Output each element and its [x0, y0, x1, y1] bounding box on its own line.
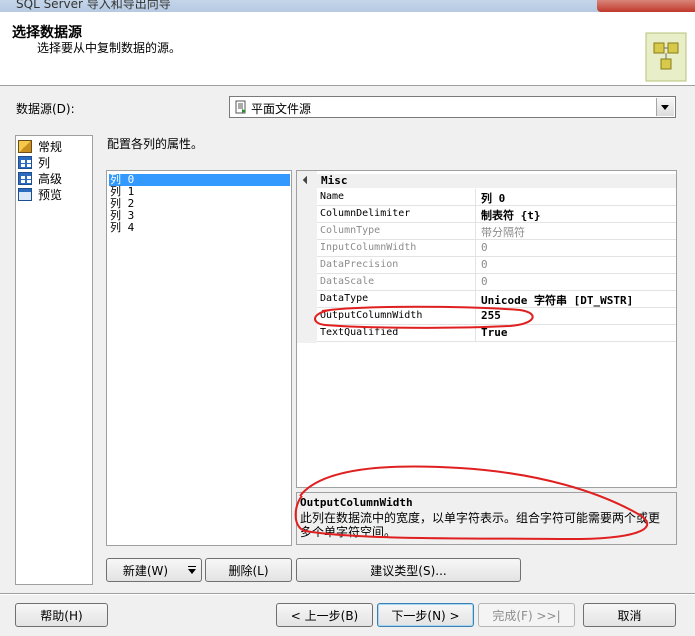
columns-icon [18, 155, 32, 169]
title-bar: SQL Server 导入和导出向导 [0, 0, 695, 12]
divider [0, 593, 695, 595]
wizard-header: 选择数据源 选择要从中复制数据的源。 [0, 12, 695, 86]
property-row[interactable]: Name 列 0 [317, 189, 676, 206]
column-item[interactable]: 列 1 [109, 186, 290, 198]
property-name: InputColumnWidth [320, 242, 417, 253]
property-row[interactable]: DataType Unicode 字符串 [DT_WSTR] [317, 291, 676, 308]
property-grid[interactable]: Misc Name 列 0 ColumnDelimiter 制表符 {t} Co… [296, 170, 677, 488]
property-description: OutputColumnWidth 此列在数据流中的宽度，以单字符表示。组合字符… [296, 492, 677, 545]
property-name: DataScale [320, 276, 375, 287]
back-button[interactable]: < 上一步(B) [276, 603, 373, 627]
close-window-button[interactable] [597, 0, 695, 12]
flat-file-icon [235, 100, 246, 114]
nav-item-label: 列 [38, 155, 51, 170]
property-name: OutputColumnWidth [320, 310, 423, 321]
window-title: SQL Server 导入和导出向导 [16, 0, 171, 11]
nav-item-label: 高级 [38, 171, 63, 186]
chevron-down-icon[interactable] [656, 98, 674, 116]
finish-button[interactable]: 完成(F) >>| [478, 603, 575, 627]
description-text: 此列在数据流中的宽度，以单字符表示。组合字符可能需要两个或更多个单字符空间。 [300, 511, 661, 539]
property-row[interactable]: DataScale 0 [317, 274, 676, 291]
collapse-icon[interactable] [302, 175, 312, 185]
split-dropdown-icon[interactable] [184, 558, 202, 582]
data-source-label: 数据源(D): [16, 102, 75, 116]
column-list[interactable]: 列 0 列 1 列 2 列 3 列 4 [106, 170, 292, 546]
description-title: OutputColumnWidth [300, 496, 413, 509]
delete-column-button[interactable]: 删除(L) [205, 558, 292, 582]
general-icon [18, 139, 32, 153]
page-subtitle: 选择要从中复制数据的源。 [37, 41, 182, 55]
property-row[interactable]: InputColumnWidth 0 [317, 240, 676, 257]
property-value[interactable]: 带分隔符 [481, 224, 525, 240]
data-source-select[interactable]: 平面文件源 [229, 96, 676, 118]
property-name: TextQualified [320, 327, 399, 338]
nav-item-advanced[interactable]: 高级 [18, 170, 62, 186]
property-name: Name [320, 191, 345, 202]
property-row[interactable]: OutputColumnWidth 255 [317, 308, 676, 325]
wizard-logo-icon [645, 32, 687, 82]
property-category[interactable]: Misc [297, 174, 676, 188]
property-value[interactable]: Unicode 字符串 [DT_WSTR] [481, 292, 633, 308]
property-name: ColumnDelimiter [320, 208, 411, 219]
property-row[interactable]: TextQualified True [317, 325, 676, 342]
instruction-text: 配置各列的属性。 [107, 137, 204, 151]
property-name: DataPrecision [320, 259, 399, 270]
category-label: Misc [321, 174, 348, 187]
options-nav: 常规 列 高级 预览 [15, 135, 93, 585]
property-value[interactable]: True [481, 326, 508, 339]
help-button[interactable]: 帮助(H) [15, 603, 108, 627]
column-item[interactable]: 列 2 [109, 198, 290, 210]
property-row[interactable]: DataPrecision 0 [317, 257, 676, 274]
property-value[interactable]: 255 [481, 309, 501, 322]
suggest-types-button[interactable]: 建议类型(S)... [296, 558, 521, 582]
nav-item-columns[interactable]: 列 [18, 154, 50, 170]
data-source-value: 平面文件源 [251, 102, 312, 116]
nav-item-label: 预览 [38, 187, 63, 202]
column-item[interactable]: 列 4 [109, 222, 290, 234]
column-item[interactable]: 列 3 [109, 210, 290, 222]
nav-item-general[interactable]: 常规 [18, 138, 62, 154]
next-button[interactable]: 下一步(N) > [377, 603, 474, 627]
property-name: ColumnType [320, 225, 381, 236]
nav-item-preview[interactable]: 预览 [18, 186, 62, 202]
column-item[interactable]: 列 0 [109, 174, 290, 186]
property-row[interactable]: ColumnType 带分隔符 [317, 223, 676, 240]
preview-icon [18, 187, 32, 201]
advanced-icon [18, 171, 32, 185]
property-value[interactable]: 制表符 {t} [481, 207, 541, 223]
property-value[interactable]: 0 [481, 258, 488, 271]
cancel-button[interactable]: 取消 [583, 603, 676, 627]
nav-item-label: 常规 [38, 139, 63, 154]
property-value[interactable]: 0 [481, 241, 488, 254]
property-value[interactable]: 列 0 [481, 190, 505, 206]
property-value[interactable]: 0 [481, 275, 488, 288]
property-row[interactable]: ColumnDelimiter 制表符 {t} [317, 206, 676, 223]
new-column-button[interactable]: 新建(W) [106, 558, 185, 582]
property-name: DataType [320, 293, 369, 304]
